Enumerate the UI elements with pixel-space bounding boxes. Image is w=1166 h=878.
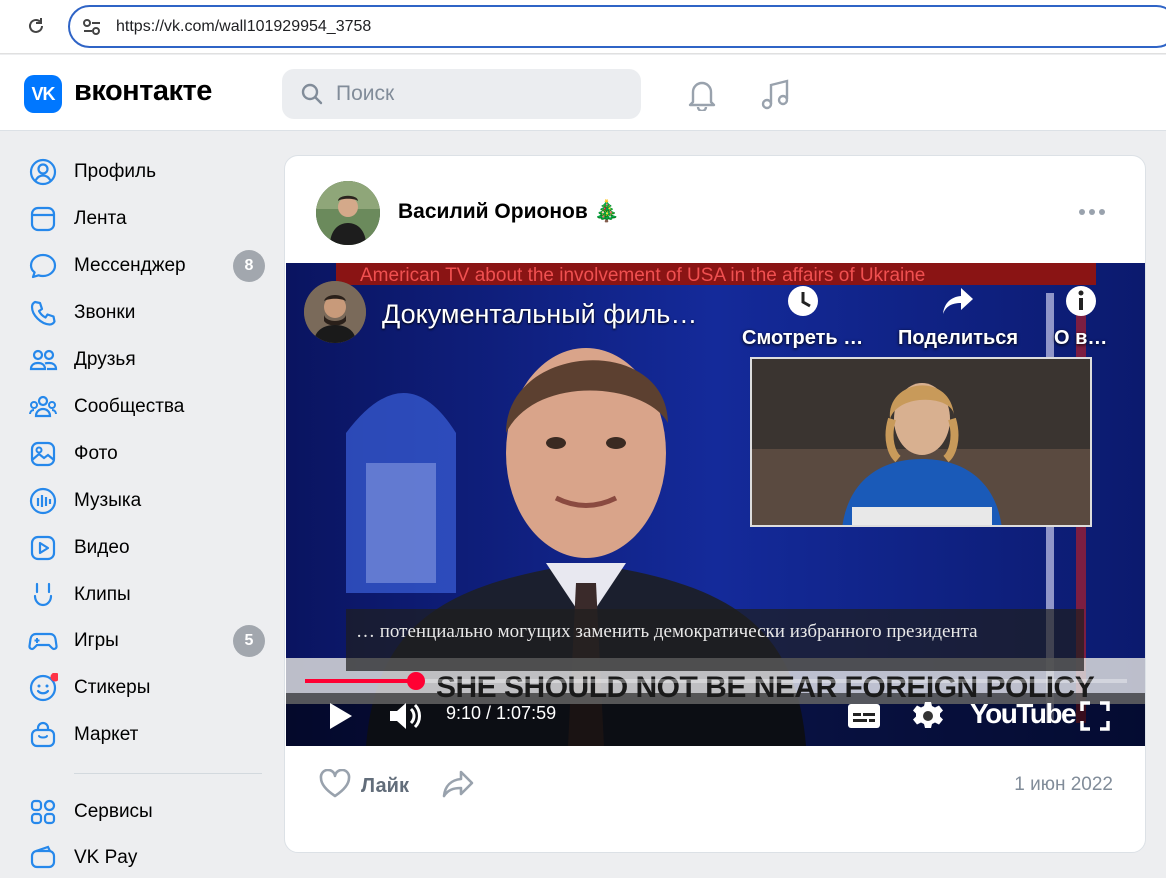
sidebar-item-communities[interactable]: Сообщества — [26, 387, 271, 427]
sidebar-divider — [74, 773, 262, 774]
sidebar-item-label: Сервисы — [74, 801, 153, 822]
vk-logo[interactable]: VK — [24, 75, 62, 113]
embedded-video-player[interactable]: American TV about the involvement of USA… — [286, 263, 1145, 746]
play-icon[interactable] — [324, 697, 358, 735]
music-note-icon[interactable] — [757, 75, 795, 113]
sidebar-item-label: Профиль — [74, 161, 157, 182]
watch-later-button[interactable]: Смотреть … — [742, 281, 863, 350]
sidebar-item-games[interactable]: Игры 5 — [26, 621, 271, 661]
like-button[interactable]: Лайк — [319, 768, 409, 804]
author-avatar[interactable] — [316, 181, 380, 245]
heart-icon — [319, 768, 351, 804]
sidebar-item-profile[interactable]: Профиль — [26, 152, 271, 192]
video-info-button[interactable]: О в… — [1054, 281, 1107, 350]
video-progress-fill — [305, 679, 416, 683]
clips-icon — [26, 578, 60, 612]
services-grid-icon — [26, 795, 60, 829]
share-video-button[interactable]: Поделиться — [898, 281, 1018, 350]
subtitles-icon[interactable] — [846, 697, 882, 735]
share-arrow-icon — [938, 281, 978, 321]
video-info-label: О в… — [1054, 327, 1108, 349]
video-icon — [26, 531, 60, 565]
site-header: VK вконтакте — [0, 55, 1166, 131]
sidebar-item-label: VK Pay — [74, 847, 138, 868]
post-author-name[interactable]: Василий Орионов 🎄 — [398, 200, 620, 224]
smiley-icon — [26, 671, 60, 705]
share-icon[interactable] — [441, 768, 477, 802]
settings-gear-icon[interactable] — [910, 697, 946, 735]
shopping-bag-icon — [26, 718, 60, 752]
post-date[interactable]: 1 июн 2022 — [1014, 774, 1113, 796]
sidebar-item-photos[interactable]: Фото — [26, 434, 271, 474]
sidebar-item-messenger[interactable]: Мессенджер 8 — [26, 246, 271, 286]
user-circle-icon — [26, 155, 60, 189]
sidebar-item-label: Видео — [74, 537, 130, 558]
sidebar-item-label: Фото — [74, 443, 118, 464]
sidebar-item-clips[interactable]: Клипы — [26, 575, 271, 615]
info-icon — [1061, 281, 1101, 321]
sidebar-item-label: Маркет — [74, 724, 139, 745]
youtube-logo[interactable]: YouTube — [970, 698, 1077, 730]
share-video-label: Поделиться — [898, 327, 1019, 349]
vk-wordmark[interactable]: вконтакте — [74, 75, 212, 108]
notification-badge: 5 — [233, 625, 265, 657]
sidebar-item-calls[interactable]: Звонки — [26, 293, 271, 333]
feed-icon — [26, 202, 60, 236]
video-scrubber-handle[interactable] — [406, 672, 425, 690]
video-progress-bar[interactable] — [305, 672, 1127, 690]
sidebar-item-label: Музыка — [74, 490, 142, 511]
video-title[interactable]: Документальный филь… — [382, 299, 697, 330]
sidebar-item-services[interactable]: Сервисы — [26, 792, 271, 832]
sidebar-item-label: Друзья — [74, 349, 136, 370]
unread-badge: 8 — [233, 250, 265, 282]
video-time: 9:10 / 1:07:59 — [446, 703, 557, 723]
url-text: https://vk.com/wall101929954_3758 — [116, 18, 372, 35]
sidebar-item-video[interactable]: Видео — [26, 528, 271, 568]
volume-icon[interactable] — [386, 697, 426, 735]
sidebar-item-music[interactable]: Музыка — [26, 481, 271, 521]
watch-later-label: Смотреть … — [742, 327, 864, 349]
browser-toolbar: https://vk.com/wall101929954_3758 — [0, 0, 1166, 54]
reload-icon[interactable] — [22, 12, 50, 40]
sidebar-nav: Профиль Лента Мессенджер 8 Звонки Друзья… — [0, 132, 280, 869]
sidebar-item-label: Звонки — [74, 302, 136, 323]
sidebar-item-label: Сообщества — [74, 396, 185, 417]
clock-icon — [783, 281, 823, 321]
gamepad-icon — [26, 624, 60, 658]
sidebar-item-feed[interactable]: Лента — [26, 199, 271, 239]
search-box — [282, 69, 641, 119]
music-icon — [26, 484, 60, 518]
sidebar-item-stickers[interactable]: Стикеры — [26, 668, 271, 708]
wall-post: Василий Орионов 🎄 American TV about the … — [284, 155, 1146, 853]
friends-icon — [26, 343, 60, 377]
sidebar-item-label: Лента — [74, 208, 127, 229]
fullscreen-icon[interactable] — [1078, 697, 1112, 735]
video-subtitles: … потенциально могущих заменить демократ… — [346, 609, 1084, 671]
search-icon — [300, 82, 324, 111]
site-settings-icon[interactable] — [82, 18, 102, 36]
sidebar-item-vkpay[interactable]: VK Pay — [26, 838, 271, 878]
sidebar-item-friends[interactable]: Друзья — [26, 340, 271, 380]
photo-icon — [26, 437, 60, 471]
communities-icon — [26, 390, 60, 424]
address-bar[interactable]: https://vk.com/wall101929954_3758 — [68, 5, 1166, 48]
bell-icon[interactable] — [683, 75, 721, 113]
sidebar-item-label: Стикеры — [74, 677, 151, 698]
chat-bubble-icon — [26, 249, 60, 283]
sidebar-item-label: Игры — [74, 630, 119, 651]
sidebar-item-label: Клипы — [74, 584, 131, 605]
sidebar-item-label: Мессенджер — [74, 255, 186, 276]
search-input[interactable] — [336, 69, 626, 119]
video-inset-frame — [750, 357, 1092, 527]
channel-avatar[interactable] — [304, 281, 366, 343]
wallet-icon — [26, 841, 60, 875]
sidebar-item-market[interactable]: Маркет — [26, 715, 271, 755]
more-options-icon[interactable] — [1077, 204, 1107, 220]
like-label: Лайк — [361, 774, 409, 797]
phone-icon — [26, 296, 60, 330]
